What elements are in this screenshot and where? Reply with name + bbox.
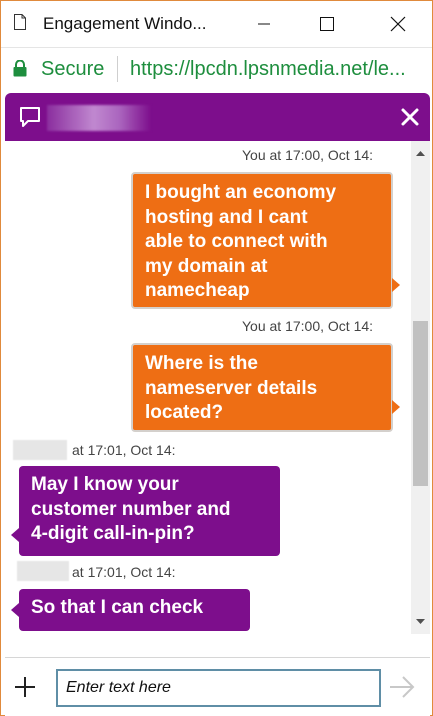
url-text[interactable]: https://lpcdn.lpsnmedia.net/le... (130, 58, 430, 81)
minimize-button[interactable] (242, 7, 286, 41)
message-line: I bought an economy (145, 182, 337, 203)
chat-header (5, 93, 430, 141)
maximize-button[interactable] (304, 7, 348, 41)
agent-name-redacted (47, 105, 151, 131)
message-input[interactable] (56, 669, 381, 707)
agent-message-bubble: So that I can check (19, 589, 250, 631)
lock-icon (13, 60, 27, 77)
message-line: hosting and I cant (145, 206, 308, 228)
message-meta: at 17:01, Oct 14: (72, 442, 176, 458)
maximize-icon (320, 17, 334, 31)
bubble-tail (392, 278, 400, 292)
message-meta: at 17:01, Oct 14: (72, 564, 176, 580)
send-arrow-icon[interactable] (388, 676, 416, 698)
chat-scrollbar[interactable] (411, 141, 430, 634)
message-line: 4-digit call-in-pin? (31, 523, 195, 544)
bubble-tail (11, 603, 19, 617)
message-line: able to connect with (145, 231, 328, 252)
close-icon (390, 16, 406, 32)
chat-bubble-icon (20, 107, 40, 127)
message-line: So that I can check (31, 597, 204, 618)
chat-transcript[interactable]: You at 17:00, Oct 14: I bought an econom… (5, 141, 430, 657)
title-bar: Engagement Windo... (1, 1, 432, 47)
composer (5, 657, 430, 716)
agent-name-redacted (13, 440, 67, 460)
message-line: Where is the (145, 353, 258, 374)
page-icon (14, 14, 26, 30)
message-line: May I know your (31, 474, 179, 495)
message-line: my domain at (145, 255, 268, 277)
message-meta: You at 17:00, Oct 14: (242, 147, 374, 163)
scrollbar-thumb[interactable] (413, 321, 428, 486)
message-line: namecheap (145, 280, 250, 301)
engagement-window: Engagement Windo... Secure https://lpcdn… (0, 0, 433, 716)
bubble-tail (392, 400, 400, 414)
secure-label: Secure (41, 58, 105, 80)
window-title: Engagement Windo... (43, 14, 207, 33)
address-bar[interactable]: Secure https://lpcdn.lpsnmedia.net/le... (1, 47, 432, 90)
visitor-message-bubble: I bought an economy hosting and I cant a… (131, 172, 393, 309)
visitor-message-bubble: Where is the nameserver details located? (131, 343, 393, 432)
scroll-up-arrow-icon[interactable] (411, 147, 430, 161)
message-meta: You at 17:00, Oct 14: (242, 318, 374, 334)
agent-message-bubble: May I know your customer number and 4-di… (19, 466, 280, 556)
bubble-tail (11, 528, 19, 542)
scroll-down-arrow-icon[interactable] (411, 614, 430, 628)
message-line: located? (145, 402, 224, 423)
message-line: customer number and (31, 498, 231, 520)
window-close-button[interactable] (376, 7, 420, 41)
close-icon[interactable] (396, 103, 424, 131)
plus-icon[interactable] (14, 676, 36, 698)
minimize-icon (258, 23, 270, 25)
agent-name-redacted (17, 561, 69, 581)
message-line: nameserver details (145, 377, 318, 399)
address-divider (117, 56, 118, 82)
